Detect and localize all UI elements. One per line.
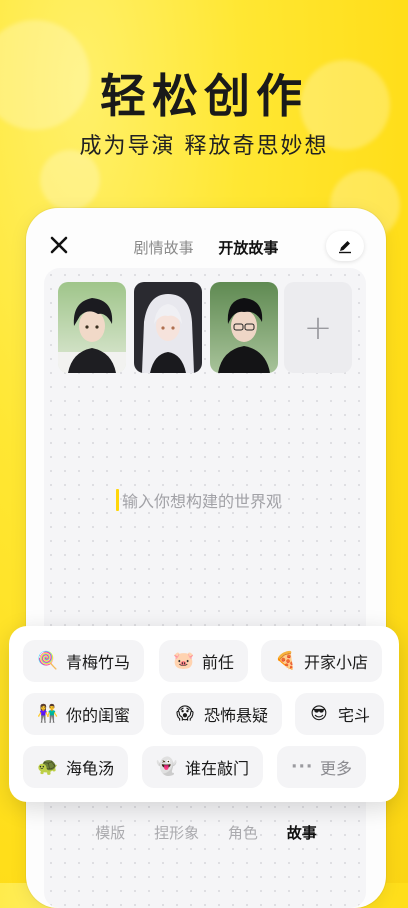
plus-icon: +	[303, 307, 333, 348]
scream-icon: 😱	[176, 704, 194, 724]
suggestion-popover: 🍭 青梅竹马 🐷 前任 🍕 开家小店 👫 你的闺蜜 😱 恐怖悬疑 😎 宅斗 🐢 …	[9, 626, 399, 802]
suggestion-chip[interactable]: 😎 宅斗	[295, 693, 385, 735]
suggestion-label: 谁在敲门	[185, 759, 250, 778]
sunglasses-icon: 😎	[310, 704, 328, 724]
suggestion-label: 开家小店	[304, 653, 369, 672]
suggestion-chip[interactable]: 😱 恐怖悬疑	[161, 693, 283, 735]
more-label: 更多	[320, 759, 353, 778]
bottom-nav: 模版 捏形象 角色 故事	[26, 822, 386, 843]
world-input-placeholder: 输入你想构建的世界观	[122, 492, 283, 511]
pizza-icon: 🍕	[275, 651, 297, 671]
character-avatar[interactable]	[134, 282, 202, 373]
nav-item-stories[interactable]: 故事	[287, 822, 317, 843]
pig-icon: 🐷	[173, 651, 195, 671]
phone-frame: 剧情故事 开放故事 + 输入你想构建的世界观	[26, 208, 386, 908]
character-avatar[interactable]	[210, 282, 278, 373]
more-button[interactable]: ··· 更多	[277, 746, 367, 788]
tab-open-story[interactable]: 开放故事	[218, 237, 278, 258]
suggestion-chip[interactable]: 🍕 开家小店	[261, 640, 383, 682]
nav-item-template[interactable]: 模版	[95, 822, 125, 843]
suggestion-chip[interactable]: 👫 你的闺蜜	[23, 693, 145, 735]
suggestion-label: 你的闺蜜	[66, 706, 131, 725]
couple-icon: 👫	[37, 704, 59, 724]
suggestion-label: 前任	[202, 653, 235, 672]
suggestion-label: 宅斗	[338, 706, 371, 725]
text-cursor	[116, 489, 119, 511]
suggestion-label: 青梅竹马	[66, 653, 131, 672]
promo-subline: 成为导演 释放奇思妙想	[79, 134, 329, 159]
add-character-button[interactable]: +	[284, 282, 352, 373]
nav-item-characters[interactable]: 角色	[228, 822, 258, 843]
ellipsis-icon: ···	[291, 757, 314, 777]
suggestion-chip[interactable]: 🍭 青梅竹马	[23, 640, 145, 682]
pen-icon	[339, 241, 351, 254]
world-input[interactable]: 输入你想构建的世界观	[116, 488, 282, 512]
suggestion-label: 恐怖悬疑	[204, 706, 269, 725]
edit-button[interactable]	[326, 231, 364, 261]
promo-headline: 轻松创作	[100, 69, 308, 123]
suggestion-label: 海龟汤	[66, 759, 115, 778]
suggestion-chip[interactable]: 👻 谁在敲门	[142, 746, 264, 788]
suggestion-chip[interactable]: 🐷 前任	[159, 640, 249, 682]
turtle-icon: 🐢	[37, 757, 59, 777]
suggestion-chip[interactable]: 🐢 海龟汤	[23, 746, 129, 788]
character-avatar[interactable]	[58, 282, 126, 373]
ghost-icon: 👻	[156, 757, 178, 777]
world-canvas[interactable]: + 输入你想构建的世界观	[44, 268, 366, 908]
tab-plot-story[interactable]: 剧情故事	[134, 237, 194, 258]
lollipop-icon: 🍭	[37, 651, 59, 671]
nav-item-avatar-maker[interactable]: 捏形象	[154, 822, 199, 843]
